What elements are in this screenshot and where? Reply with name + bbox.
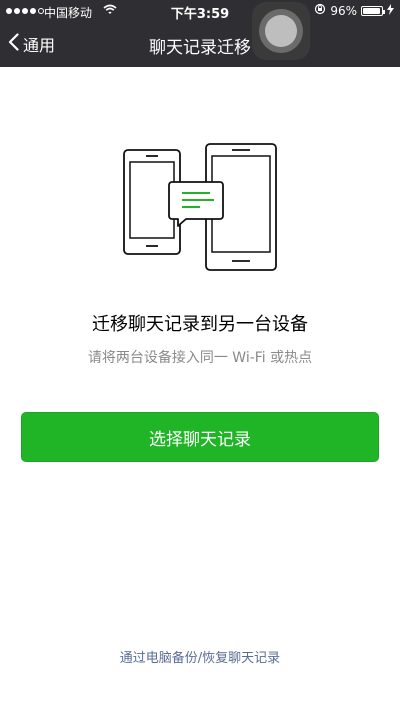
- status-bar: 中国移动 下午3:59 96%: [0, 0, 400, 24]
- assistive-touch-icon[interactable]: [252, 2, 310, 60]
- select-chat-history-button[interactable]: 选择聊天记录: [21, 412, 379, 462]
- pc-backup-restore-link[interactable]: 通过电脑备份/恢复聊天记录: [0, 647, 400, 666]
- battery-icon: [361, 5, 385, 16]
- assistive-touch-inner-ring: [265, 15, 297, 47]
- top-bar: 中国移动 下午3:59 96% 通用 聊天记录迁移: [0, 0, 400, 67]
- charging-bolt-icon: [387, 3, 394, 18]
- headline: 迁移聊天记录到另一台设备: [92, 314, 308, 335]
- battery-percent: 96%: [330, 3, 357, 18]
- phone-transfer-illustration: [123, 143, 277, 271]
- rotation-lock-icon: [314, 3, 326, 18]
- status-right-group: 96%: [314, 3, 394, 18]
- battery-fill: [363, 7, 381, 14]
- page-title: 聊天记录迁移: [149, 38, 251, 58]
- assistive-touch-outer-ring: [259, 9, 303, 53]
- instruction-text: 请将两台设备接入同一 Wi-Fi 或热点: [87, 350, 313, 366]
- navigation-bar: 通用 聊天记录迁移: [0, 24, 400, 67]
